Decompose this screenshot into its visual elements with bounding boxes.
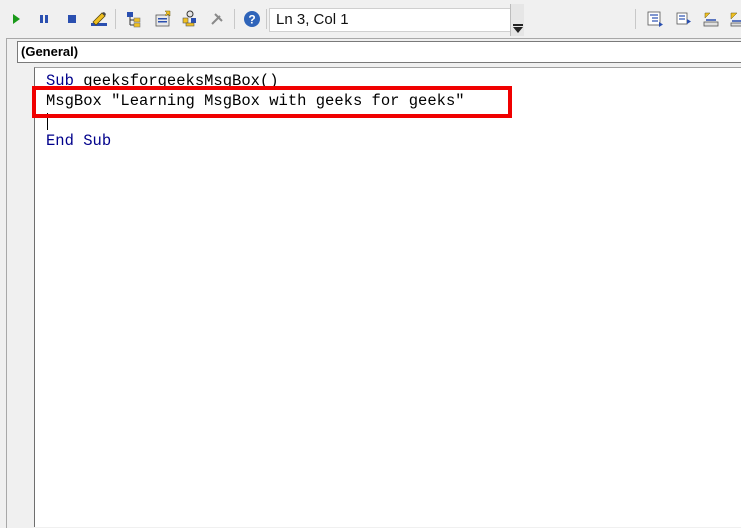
project-explorer-icon[interactable] — [124, 9, 144, 29]
indent-icon[interactable] — [645, 9, 665, 29]
code-editor[interactable]: Sub geeksforgeeksMsgBox() MsgBox "Learni… — [34, 67, 741, 527]
svg-text:?: ? — [248, 13, 255, 27]
help-icon[interactable]: ? — [242, 9, 262, 29]
code-line-4[interactable]: End Sub — [46, 131, 111, 151]
design-mode-icon[interactable] — [89, 9, 109, 29]
keyword-sub: Sub — [83, 132, 112, 150]
toolbar-overflow-dropdown[interactable] — [510, 4, 524, 36]
toggle-breakpoint-icon[interactable] — [701, 9, 721, 29]
properties-window-icon[interactable] — [153, 9, 173, 29]
reset-icon[interactable] — [62, 9, 82, 29]
run-icon[interactable] — [6, 9, 26, 29]
break-icon[interactable] — [34, 9, 54, 29]
standard-toolbar: ? Ln 3, Col 1 — [0, 0, 741, 38]
keyword-end: End — [46, 132, 74, 150]
comment-block-icon[interactable] — [727, 9, 741, 29]
highlight-box — [32, 86, 512, 118]
outdent-icon[interactable] — [673, 9, 693, 29]
object-browser-icon[interactable] — [180, 9, 200, 29]
toolbar-separator — [635, 9, 636, 29]
cursor-position-status: Ln 3, Col 1 — [269, 8, 512, 32]
toolbar-separator — [115, 9, 116, 29]
toolbar-separator — [266, 9, 267, 29]
object-combo-box[interactable]: (General) — [17, 41, 741, 63]
toolbar-separator — [234, 9, 235, 29]
toolbox-icon[interactable] — [207, 9, 227, 29]
